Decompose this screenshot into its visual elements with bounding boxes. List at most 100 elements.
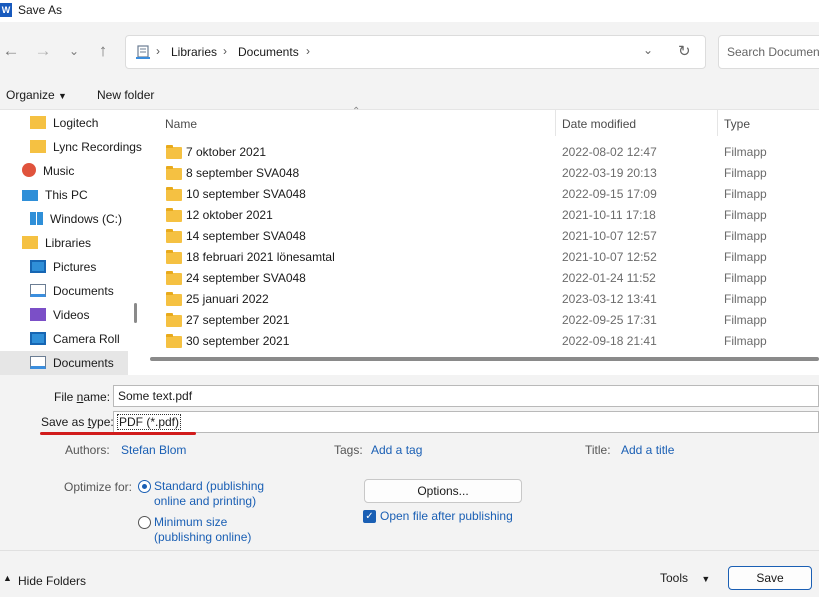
sidebar-item-pictures[interactable]: Pictures [30, 256, 96, 278]
address-dropdown-chevron-icon[interactable]: ⌄ [643, 43, 653, 57]
folder-icon [166, 250, 182, 264]
sidebar-item-libraries[interactable]: Libraries [22, 232, 91, 254]
save-button[interactable]: Save [728, 566, 812, 590]
breadcrumb-separator-icon[interactable]: › [306, 44, 310, 58]
navigation-pane: Logitech Lync Recordings Music This PC W… [0, 110, 146, 375]
open-after-publishing-label[interactable]: Open file after publishing [380, 509, 513, 523]
title-bar: W Save As [0, 0, 819, 22]
file-name: 24 september SVA048 [186, 271, 306, 285]
minimum-size-radio[interactable] [138, 516, 151, 529]
file-name: 7 oktober 2021 [186, 145, 267, 159]
breadcrumb-separator-icon: › [156, 44, 160, 58]
word-app-icon: W [0, 3, 12, 17]
file-row[interactable]: 7 oktober 2021 2022-08-02 12:47 Filmapp [160, 142, 819, 163]
file-type: Filmapp [724, 229, 767, 243]
sidebar-item-this-pc[interactable]: This PC [22, 184, 88, 206]
file-row[interactable]: 10 september SVA048 2022-09-15 17:09 Filma… [160, 184, 819, 205]
tools-menu-button[interactable]: Tools ▼ [660, 571, 710, 585]
sidebar-item-label: Camera Roll [53, 332, 120, 346]
column-divider[interactable] [555, 110, 556, 136]
folder-icon [166, 292, 182, 306]
up-arrow-icon[interactable]: ↑ [92, 40, 114, 62]
file-row[interactable]: 27 september 2021 2022-09-25 17:31 Filmapp [160, 310, 819, 331]
organize-label: Organize [6, 88, 55, 102]
file-row[interactable]: 30 september 2021 2022-09-18 21:41 Filmapp [160, 331, 819, 352]
save-as-type-label: Save as type: [41, 415, 114, 429]
breadcrumb-documents[interactable]: Documents [238, 45, 299, 59]
add-title-link[interactable]: Add a title [621, 443, 674, 457]
save-as-type-select[interactable]: PDF (*.pdf) [113, 411, 819, 433]
hide-folders-button[interactable]: Hide Folders [18, 574, 86, 588]
file-name: 30 september 2021 [186, 334, 290, 348]
new-folder-button[interactable]: New folder [97, 88, 154, 102]
sidebar-item-lync-recordings[interactable]: Lync Recordings [30, 136, 142, 158]
minimum-size-option-sublabel[interactable]: (publishing online) [154, 530, 251, 544]
add-tag-link[interactable]: Add a tag [371, 443, 422, 457]
file-row[interactable]: 25 januari 2022 2023-03-12 13:41 Filmapp [160, 289, 819, 310]
sidebar-item-logitech[interactable]: Logitech [30, 112, 98, 134]
file-name: 8 september SVA048 [186, 166, 300, 180]
column-divider[interactable] [717, 110, 718, 136]
documents-icon [30, 356, 46, 369]
pc-icon [22, 190, 38, 201]
breadcrumb-libraries[interactable]: Libraries [171, 45, 217, 59]
sidebar-item-label: Logitech [53, 116, 99, 130]
folder-icon [166, 187, 182, 201]
back-arrow-icon[interactable]: ← [0, 40, 22, 62]
sort-ascending-icon: ⌃ [352, 106, 361, 117]
file-type: Filmapp [724, 208, 767, 222]
folder-icon [166, 334, 182, 348]
sidebar-item-windows-c[interactable]: Windows (C:) [30, 208, 122, 230]
sidebar-scrollbar[interactable] [134, 303, 137, 323]
label-part: Save as [41, 415, 88, 429]
column-header-type[interactable]: Type [724, 114, 750, 134]
sidebar-item-videos[interactable]: Videos [30, 304, 89, 326]
tools-label: Tools [660, 571, 689, 585]
pictures-icon [30, 332, 46, 345]
tags-label: Tags: [334, 443, 363, 457]
file-name-label: File name: [54, 390, 110, 404]
sidebar-item-camera-roll[interactable]: Camera Roll [30, 328, 120, 350]
command-bar: Organize ▼ New folder [0, 80, 819, 110]
file-name: 18 februari 2021 lönesamtal [186, 250, 335, 264]
standard-radio[interactable] [138, 480, 151, 493]
collapse-caret-icon[interactable]: ▲ [3, 573, 12, 583]
sidebar-item-label: Pictures [53, 260, 97, 274]
authors-value[interactable]: Stefan Blom [121, 443, 186, 457]
search-placeholder: Search Documents [727, 45, 819, 59]
file-row[interactable]: 18 februari 2021 lönesamtal 2021-10-07 12… [160, 247, 819, 268]
sidebar-item-label: Music [43, 164, 75, 178]
open-after-publishing-checkbox[interactable]: ✓ [363, 510, 376, 523]
organize-menu-button[interactable]: Organize ▼ [6, 88, 67, 102]
file-type: Filmapp [724, 166, 767, 180]
column-header-date-modified[interactable]: Date modified [562, 114, 636, 134]
file-row[interactable]: 8 september SVA048 2022-03-19 20:13 Filmap… [160, 163, 819, 184]
refresh-icon[interactable]: ↻ [678, 42, 691, 60]
file-name: 14 september SVA048 [186, 229, 306, 243]
file-name-input[interactable]: Some text.pdf [113, 385, 819, 407]
file-row[interactable]: 14 september SVA048 2021-10-07 12:57 Filma… [160, 226, 819, 247]
standard-option-label[interactable]: Standard (publishing [154, 479, 264, 493]
footer-divider [0, 550, 819, 551]
file-row[interactable]: 24 september SVA048 2022-01-24 11:52 Filma… [160, 268, 819, 289]
file-row[interactable]: 12 oktober 2021 2021-10-11 17:18 Filmapp [160, 205, 819, 226]
column-header-name[interactable]: Name [165, 114, 197, 134]
standard-option-sublabel[interactable]: online and printing) [154, 494, 256, 508]
address-bar[interactable]: › Libraries › Documents › ⌄ ↻ [125, 35, 706, 69]
file-date: 2023-03-12 13:41 [562, 292, 657, 306]
search-input[interactable]: Search Documents [718, 35, 819, 69]
file-date: 2022-09-15 17:09 [562, 187, 657, 201]
recent-locations-chevron-icon[interactable]: ⌄ [63, 40, 85, 62]
forward-arrow-icon[interactable]: → [32, 40, 54, 62]
sidebar-item-documents[interactable]: Documents [30, 280, 114, 302]
sidebar-item-label: Documents [53, 356, 114, 370]
file-date: 2022-09-18 21:41 [562, 334, 657, 348]
red-underline-annotation [40, 432, 196, 435]
sidebar-item-documents-selected[interactable]: Documents [30, 352, 114, 374]
file-type: Filmapp [724, 313, 767, 327]
options-button[interactable]: Options... [364, 479, 522, 503]
sidebar-item-music[interactable]: Music [22, 160, 74, 182]
horizontal-scrollbar[interactable] [150, 357, 819, 361]
minimum-size-option-label[interactable]: Minimum size [154, 515, 227, 529]
file-type: Filmapp [724, 334, 767, 348]
